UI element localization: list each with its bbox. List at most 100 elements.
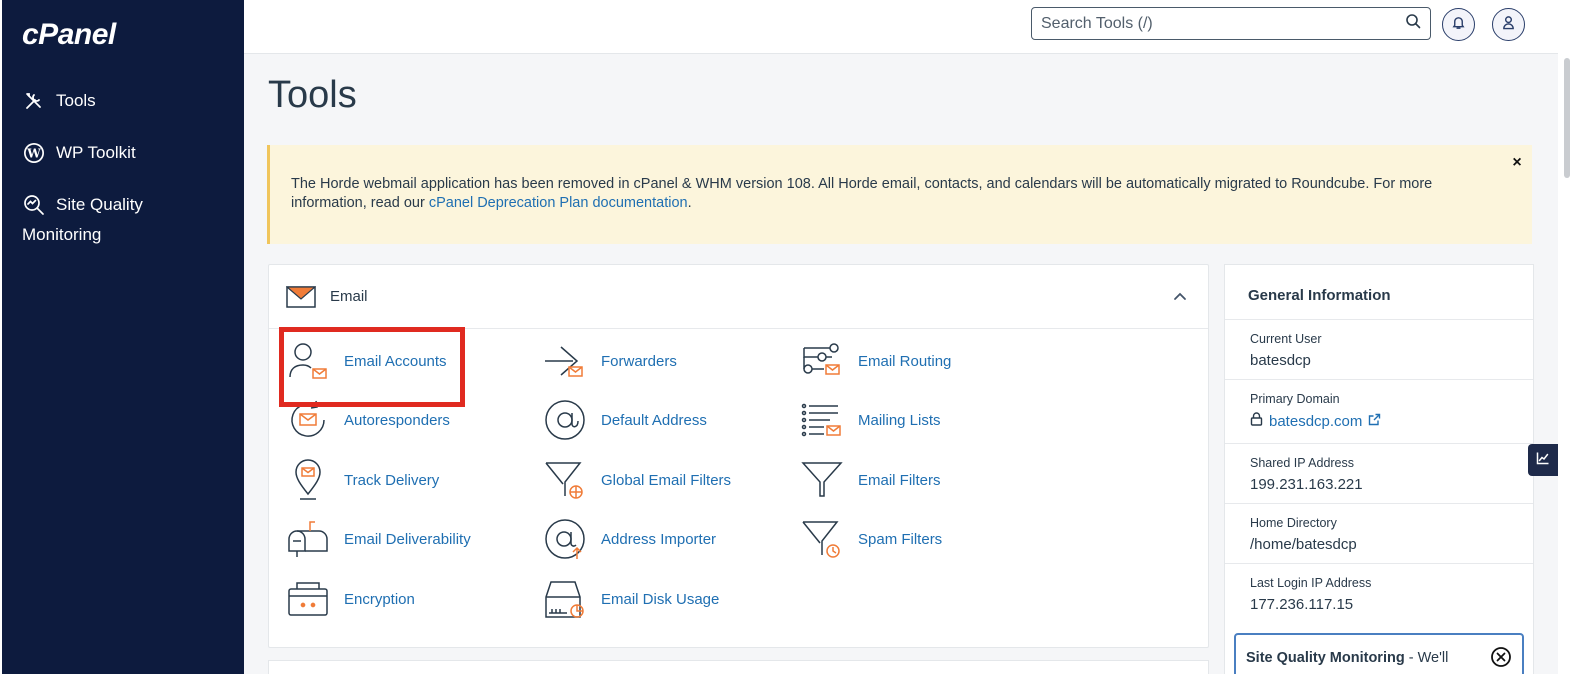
external-link-icon [1368, 413, 1381, 430]
sidebar: cPanel Tools W WP Toolkit Site Quality M… [0, 0, 244, 674]
info-row-home-directory: Home Directory /home/batesdcp [1225, 503, 1533, 563]
primary-domain-text: batesdcp.com [1269, 412, 1363, 430]
tool-label: Email Routing [858, 352, 952, 370]
email-routing-icon [800, 339, 844, 383]
user-menu-button[interactable] [1492, 8, 1525, 41]
tool-email-disk-usage[interactable]: Email Disk Usage [543, 575, 773, 623]
top-bar [244, 0, 1558, 54]
info-value: batesdcp [1250, 352, 1311, 369]
lock-icon [1250, 412, 1263, 430]
primary-domain-link[interactable]: batesdcp.com [1250, 412, 1381, 430]
next-section-card [268, 660, 1209, 674]
tool-spam-filters[interactable]: Spam Filters [800, 515, 1030, 563]
tool-email-filters[interactable]: Email Filters [800, 456, 1030, 504]
tool-address-importer[interactable]: Address Importer [543, 515, 773, 563]
tool-email-accounts[interactable]: Email Accounts [286, 337, 516, 385]
info-value: 177.236.117.15 [1250, 596, 1354, 613]
chevron-up-icon[interactable] [1170, 287, 1190, 307]
sidebar-item-tools[interactable]: Tools [22, 86, 232, 116]
sidebar-item-label-line2: Monitoring [22, 225, 102, 244]
tool-label: Mailing Lists [858, 411, 941, 429]
tool-label: Email Accounts [344, 352, 447, 370]
tool-forwarders[interactable]: Forwarders [543, 337, 773, 385]
site-quality-icon [22, 190, 46, 220]
sidebar-item-site-quality-monitoring[interactable]: Site Quality Monitoring [22, 190, 232, 250]
deprecation-plan-link[interactable]: cPanel Deprecation Plan documentation [429, 195, 688, 211]
info-row-primary-domain: Primary Domain batesdcp.com [1225, 379, 1533, 443]
info-label: Primary Domain [1250, 392, 1340, 406]
info-row-current-user: Current User batesdcp [1225, 319, 1533, 379]
info-label: Last Login IP Address [1250, 576, 1372, 590]
envelope-icon [285, 285, 317, 308]
spam-filters-icon [800, 517, 844, 561]
tool-label: Forwarders [601, 352, 677, 370]
search-input[interactable] [1041, 14, 1405, 33]
analytics-side-tab[interactable] [1528, 444, 1558, 476]
track-delivery-icon [286, 458, 330, 502]
tool-label: Address Importer [601, 530, 717, 548]
encryption-icon [286, 577, 330, 621]
tool-track-delivery[interactable]: Track Delivery [286, 456, 516, 504]
tool-mailing-lists[interactable]: Mailing Lists [800, 396, 1030, 444]
tool-label: Default Address [601, 411, 707, 429]
email-accounts-icon [286, 339, 330, 383]
tool-global-email-filters[interactable]: Global Email Filters [543, 456, 773, 504]
info-label: Shared IP Address [1250, 456, 1355, 470]
tool-email-deliverability[interactable]: Email Deliverability [286, 515, 516, 563]
panel-title: General Information [1248, 287, 1391, 304]
site-quality-monitoring-banner: Site Quality Monitoring - We'll [1234, 633, 1524, 674]
forwarders-icon [543, 339, 587, 383]
chart-icon [1536, 451, 1550, 470]
tool-label: Global Email Filters [601, 471, 732, 489]
sidebar-item-wp-toolkit[interactable]: W WP Toolkit [22, 138, 232, 168]
search-icon[interactable] [1405, 13, 1421, 34]
page-title: Tools [268, 74, 357, 116]
cpanel-logo[interactable]: cPanel [22, 18, 116, 52]
scrollbar-thumb[interactable] [1564, 58, 1570, 178]
tool-default-address[interactable]: Default Address [543, 396, 773, 444]
banner-title: Site Quality Monitoring [1246, 650, 1405, 666]
tool-label: Email Deliverability [344, 530, 471, 548]
tools-icon [22, 86, 46, 116]
info-value: 199.231.163.221 [1250, 476, 1363, 493]
autoresponders-icon [286, 398, 330, 442]
info-label: Home Directory [1250, 516, 1337, 530]
sidebar-item-label: Tools [56, 91, 96, 110]
email-deliverability-icon [286, 517, 330, 561]
email-disk-usage-icon [543, 577, 587, 621]
sidebar-item-label: WP Toolkit [56, 143, 136, 162]
tool-autoresponders[interactable]: Autoresponders [286, 396, 516, 444]
banner-text: - We'll [1404, 650, 1449, 666]
wordpress-icon: W [22, 138, 46, 168]
email-section: Email Email Accounts Forwarders Email Ro… [268, 264, 1209, 648]
tool-label: Email Filters [858, 471, 941, 489]
email-filters-icon [800, 458, 844, 502]
tool-label: Spam Filters [858, 530, 943, 548]
svg-text:W: W [26, 147, 41, 161]
tool-label: Encryption [344, 590, 415, 608]
info-row-shared-ip: Shared IP Address 199.231.163.221 [1225, 443, 1533, 503]
info-row-last-login-ip: Last Login IP Address 177.236.117.15 [1225, 563, 1533, 623]
user-icon [1501, 15, 1516, 35]
close-circle-icon[interactable] [1490, 646, 1512, 668]
notice-suffix: . [687, 195, 692, 211]
info-value: /home/batesdcp [1250, 536, 1357, 553]
tool-label: Track Delivery [344, 471, 440, 489]
notifications-button[interactable] [1442, 8, 1475, 41]
search-box[interactable] [1031, 7, 1431, 40]
sidebar-nav: Tools W WP Toolkit Site Quality Monitori… [22, 86, 232, 272]
sidebar-item-label: Site Quality [56, 195, 143, 214]
default-address-icon [543, 398, 587, 442]
close-icon[interactable]: × [1508, 153, 1526, 171]
section-title: Email [330, 288, 368, 305]
tool-label: Email Disk Usage [601, 590, 720, 608]
info-label: Current User [1250, 332, 1322, 346]
tool-label: Autoresponders [344, 411, 450, 429]
tool-encryption[interactable]: Encryption [286, 575, 516, 623]
email-section-header[interactable]: Email [269, 265, 1208, 329]
page-scrollbar[interactable] [1558, 0, 1574, 674]
general-information-panel: General Information Current User batesdc… [1224, 264, 1534, 674]
tool-email-routing[interactable]: Email Routing [800, 337, 1030, 385]
global-email-filters-icon [543, 458, 587, 502]
address-importer-icon [543, 517, 587, 561]
